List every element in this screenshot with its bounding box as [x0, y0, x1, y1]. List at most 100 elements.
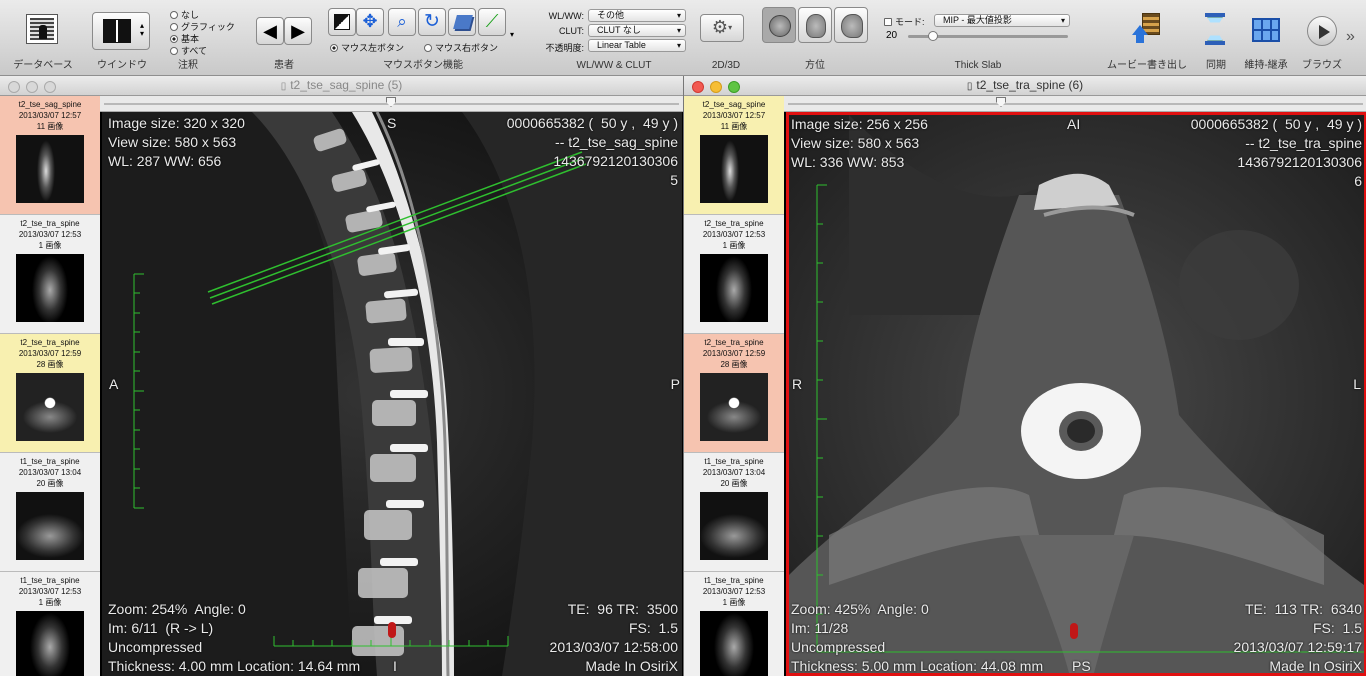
window-titlebar-left[interactable]: ▯ t2_tse_sag_spine (5): [0, 76, 683, 96]
keep-tool[interactable]: 維持-継承: [1236, 0, 1296, 76]
next-patient-button[interactable]: ▶: [284, 17, 312, 45]
series-count: 20 画像: [36, 479, 64, 488]
thickslab-mode-checkbox[interactable]: モード:: [884, 15, 925, 28]
movie-export-icon: [1132, 13, 1160, 43]
keep-label: 維持-継承: [1244, 60, 1288, 71]
overlay-top-left: Image size: 256 x 256 View size: 580 x 5…: [791, 116, 928, 170]
toolbar: データベース ▴ ▾ ウインドウ なし グラフィック 基本 すべて 注釈 ◀ ▶ …: [0, 0, 1366, 76]
series-thumbnail-image: [700, 254, 768, 322]
image-slider-knob[interactable]: [996, 97, 1006, 107]
rotate-tool-button[interactable]: ↻: [418, 8, 446, 36]
magnifier-icon: ⌕: [397, 12, 407, 31]
series-thumbnail-image: [16, 373, 84, 441]
thickslab-group: モード: MIP - 最大値投影 20 Thick Slab: [880, 0, 1076, 76]
series-thumbnail[interactable]: t1_tse_tra_spine 2013/03/07 13:04 20 画像: [684, 453, 784, 572]
series-count: 20 画像: [720, 479, 748, 488]
series-thumbnail[interactable]: t2_tse_tra_spine 2013/03/07 12:59 28 画像: [0, 334, 100, 453]
sync-tool[interactable]: 同期: [1196, 0, 1236, 76]
opacity-select[interactable]: Linear Table: [588, 39, 686, 52]
series-thumbnail-image: [700, 492, 768, 560]
series-thumbnail[interactable]: t2_tse_sag_spine 2013/03/07 12:57 11 画像: [684, 96, 784, 215]
series-name: t1_tse_tra_spine: [20, 576, 80, 585]
browse-tool[interactable]: ブラウズ: [1296, 0, 1348, 76]
wlww-tool-button[interactable]: [328, 8, 356, 36]
arrow-right-icon: ▶: [291, 21, 305, 41]
wlww-select[interactable]: その他: [588, 9, 686, 22]
series-thumbnail-image: [16, 611, 84, 676]
thickslab-label: Thick Slab: [954, 60, 1002, 71]
series-thumbnail-list[interactable]: t2_tse_sag_spine 2013/03/07 12:57 11 画像 …: [684, 96, 784, 676]
series-name: t1_tse_tra_spine: [20, 457, 80, 466]
series-date: 2013/03/07 13:04: [702, 468, 766, 477]
minimize-button[interactable]: [710, 81, 722, 93]
sagittal-mri-image: [102, 112, 682, 676]
close-button[interactable]: [692, 81, 704, 93]
previous-patient-button[interactable]: ◀: [256, 17, 284, 45]
orientation-coronal-button[interactable]: [798, 7, 832, 43]
orientation-right: P: [670, 376, 680, 392]
toolbar-overflow-icon[interactable]: »: [1346, 28, 1355, 46]
series-thumbnail[interactable]: t2_tse_tra_spine 2013/03/07 12:53 1 画像: [684, 215, 784, 334]
document-icon: ▯: [280, 81, 287, 92]
series-count: 28 画像: [720, 360, 748, 369]
window-tool[interactable]: ▴ ▾ ウインドウ: [86, 0, 158, 76]
zoom-button[interactable]: [728, 81, 740, 93]
series-thumbnail[interactable]: t2_tse_sag_spine 2013/03/07 12:57 11 画像: [0, 96, 100, 215]
orientation-axial-button[interactable]: [762, 7, 796, 43]
mouse-function-group: ✥ ⌕ ↻ ⟋ ▾ マウス左ボタン マウス右ボタン マウスボタン機能: [326, 0, 520, 76]
window-layout-button[interactable]: ▴ ▾: [92, 12, 150, 50]
zoom-tool-button[interactable]: ⌕: [388, 8, 416, 36]
orientation-group: 方位: [760, 0, 870, 76]
opacity-key: 不透明度:: [545, 43, 584, 53]
orientation-sagittal-button[interactable]: [834, 7, 868, 43]
mouse-function-label: マウスボタン機能: [383, 60, 463, 71]
tools-more-icon[interactable]: ▾: [510, 30, 514, 39]
image-viewport-right[interactable]: Image size: 256 x 256 View size: 580 x 5…: [786, 112, 1366, 676]
mouse-right-option[interactable]: マウス右ボタン: [424, 41, 498, 54]
series-name: t1_tse_tra_spine: [704, 576, 764, 585]
thickslab-mode-select[interactable]: MIP - 最大値投影: [934, 14, 1070, 27]
series-thumbnail[interactable]: t2_tse_tra_spine 2013/03/07 12:53 1 画像: [0, 215, 100, 334]
measure-tool-button[interactable]: ⟋: [478, 8, 506, 36]
scroll-tool-button[interactable]: [448, 8, 476, 36]
series-count: 11 画像: [720, 122, 748, 131]
series-name: t2_tse_tra_spine: [704, 219, 764, 228]
thickslab-slider-knob[interactable]: [928, 31, 938, 41]
series-count: 1 画像: [722, 241, 746, 250]
minimize-button[interactable]: [26, 81, 38, 93]
wlww-clut-group: WL/WW: その他 CLUT: CLUT なし 不透明度: Linear Ta…: [534, 0, 694, 76]
annotation-group: なし グラフィック 基本 すべて 注釈: [170, 0, 246, 76]
series-count: 28 画像: [36, 360, 64, 369]
zoom-button[interactable]: [44, 81, 56, 93]
window-titlebar-right[interactable]: ▯ t2_tse_tra_spine (6): [684, 76, 1366, 96]
series-count: 1 画像: [38, 598, 62, 607]
image-viewport-left[interactable]: Image size: 320 x 320 View size: 580 x 5…: [102, 112, 682, 676]
series-count: 1 画像: [722, 598, 746, 607]
series-count: 11 画像: [36, 122, 64, 131]
series-thumbnail[interactable]: t2_tse_tra_spine 2013/03/07 12:59 28 画像: [684, 334, 784, 453]
move-tool-button[interactable]: ✥: [356, 8, 384, 36]
overlay-bottom-left: Zoom: 254% Angle: 0 Im: 6/11 (R -> L) Un…: [108, 601, 361, 674]
close-button[interactable]: [8, 81, 20, 93]
series-thumbnail[interactable]: t1_tse_tra_spine 2013/03/07 13:04 20 画像: [0, 453, 100, 572]
overlay-top-right: 0000665382 ( 50 y , 49 y ) -- t2_tse_tra…: [1190, 116, 1362, 189]
clut-select[interactable]: CLUT なし: [588, 24, 686, 37]
database-tool[interactable]: データベース: [0, 0, 86, 76]
thickslab-slider[interactable]: [908, 31, 1068, 41]
overlay-top-right: 0000665382 ( 50 y , 49 y ) -- t2_tse_sag…: [506, 115, 678, 188]
window-layout-icon: [103, 19, 131, 43]
orientation-left: R: [792, 376, 803, 392]
annotation-label: 注釈: [178, 60, 198, 71]
sync-label: 同期: [1206, 60, 1226, 71]
series-thumbnail[interactable]: t1_tse_tra_spine 2013/03/07 12:53 1 画像: [0, 572, 100, 676]
settings-button[interactable]: ⚙▾: [700, 14, 744, 42]
image-slider[interactable]: [784, 96, 1366, 112]
movie-export-tool[interactable]: ムービー書き出し: [1098, 0, 1196, 76]
series-thumbnail-list[interactable]: t2_tse_sag_spine 2013/03/07 12:57 11 画像 …: [0, 96, 100, 676]
mouse-left-option[interactable]: マウス左ボタン: [330, 41, 404, 54]
image-slider[interactable]: [100, 96, 683, 112]
stack-icon: [453, 15, 473, 29]
series-name: t2_tse_sag_spine: [702, 100, 766, 109]
series-thumbnail[interactable]: t1_tse_tra_spine 2013/03/07 12:53 1 画像: [684, 572, 784, 676]
image-slider-knob[interactable]: [386, 97, 396, 107]
